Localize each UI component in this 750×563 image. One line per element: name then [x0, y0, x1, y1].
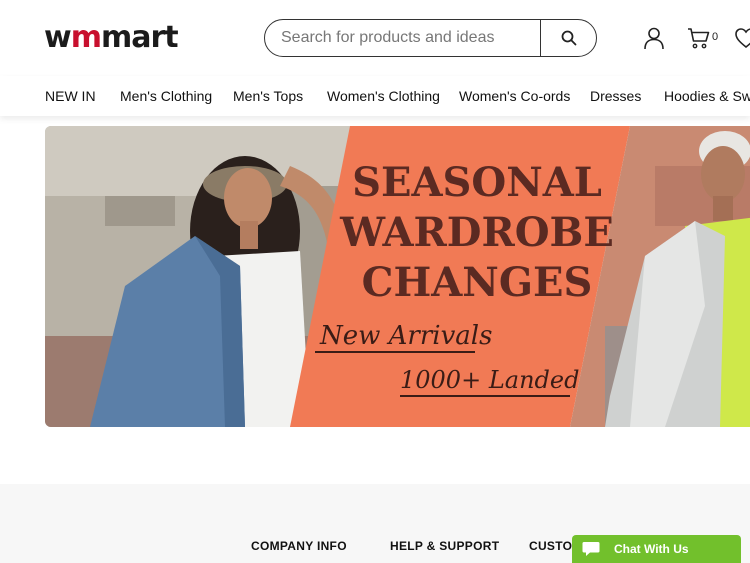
search-input[interactable]	[265, 20, 540, 56]
chat-icon	[582, 542, 600, 556]
search-bar	[264, 19, 597, 57]
site-header: wmmart 0	[0, 0, 750, 76]
nav-item-dresses[interactable]: Dresses	[590, 88, 641, 104]
nav-item-womens-clothing[interactable]: Women's Clothing	[327, 88, 440, 104]
account-button[interactable]	[642, 26, 666, 50]
nav-item-mens-tops[interactable]: Men's Tops	[233, 88, 303, 104]
footer-heading-company-info[interactable]: COMPANY INFO	[251, 539, 347, 553]
cart-icon	[688, 28, 710, 49]
banner-script-new-arrivals: New Arrivals	[319, 321, 492, 351]
nav-item-womens-coords[interactable]: Women's Co-ords	[459, 88, 570, 104]
banner-script-landed: 1000+ Landed	[400, 366, 579, 394]
banner-headline-line3: CHANGES	[362, 259, 593, 306]
heart-icon	[735, 28, 750, 49]
nav-item-mens-clothing[interactable]: Men's Clothing	[120, 88, 212, 104]
hero-banner[interactable]: SEASONAL WARDROBE CHANGES New Arrivals 1…	[45, 126, 750, 427]
nav-item-new-in[interactable]: NEW IN	[45, 88, 96, 104]
nav-item-hoodies-sweatshirts[interactable]: Hoodies & Swe	[664, 88, 750, 104]
footer-heading-help-support[interactable]: HELP & SUPPORT	[390, 539, 499, 553]
chat-label: Chat With Us	[614, 542, 689, 556]
cart-count-badge: 0	[712, 31, 719, 43]
logo[interactable]: wmmart	[44, 20, 179, 55]
chat-widget-button[interactable]: Chat With Us	[572, 535, 741, 563]
category-nav: NEW IN Men's Clothing Men's Tops Women's…	[0, 76, 750, 116]
search-button[interactable]	[540, 20, 596, 56]
logo-text: wmmart	[44, 20, 179, 55]
banner-headline-line1: SEASONAL	[352, 159, 602, 206]
banner-art: SEASONAL WARDROBE CHANGES New Arrivals 1…	[45, 126, 750, 427]
user-icon	[644, 27, 664, 50]
search-icon	[561, 30, 576, 46]
cart-button[interactable]: 0	[687, 26, 727, 50]
banner-headline-line2: WARDROBE	[339, 209, 614, 256]
wishlist-button[interactable]	[734, 26, 750, 50]
